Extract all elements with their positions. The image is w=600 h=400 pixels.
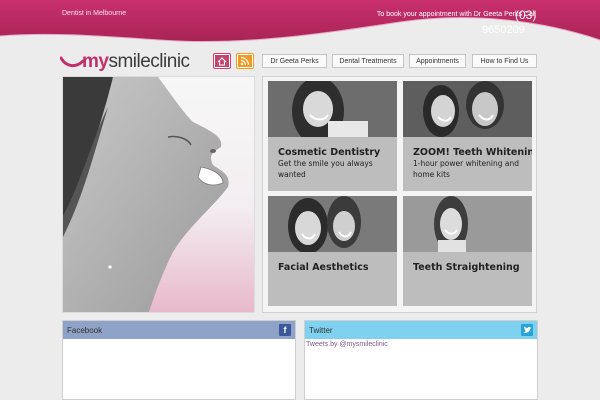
smile-logo-icon	[60, 56, 84, 67]
logo-text-my: my	[82, 51, 109, 72]
facebook-icon[interactable]: f	[279, 324, 291, 336]
logo-text-smileclinic: smileclinic	[108, 51, 190, 72]
service-photo	[268, 81, 397, 137]
nav-how-to-find-us[interactable]: How to Find Us	[472, 54, 537, 68]
home-icon	[217, 56, 227, 66]
facebook-header: Facebook f	[63, 321, 295, 339]
home-button[interactable]	[214, 54, 230, 68]
booking-text: To book your appointment with Dr Geeta P…	[376, 11, 536, 18]
nav-appointments[interactable]: Appointments	[409, 54, 466, 68]
site-tagline: Dentist in Melbourne	[62, 10, 127, 17]
service-title: Facial Aesthetics	[278, 262, 369, 273]
twitter-title: Twitter	[309, 325, 333, 335]
twitter-header: Twitter	[305, 321, 537, 339]
logo-text: mysmileclinic	[82, 51, 190, 73]
nav-dental-treatments[interactable]: Dental Treatments	[332, 54, 404, 68]
service-photo	[403, 196, 532, 252]
service-description: 1-hour power whitening and home kits	[413, 159, 519, 179]
facebook-title: Facebook	[67, 325, 103, 335]
phone-area-code: (03)	[515, 8, 537, 22]
hero-image	[62, 76, 255, 313]
site-logo[interactable]: mysmileclinic	[60, 51, 200, 73]
twitter-widget: Twitter Tweets by @mysmileclinic	[304, 320, 538, 400]
service-title: Cosmetic Dentistry	[278, 147, 381, 158]
service-tile-teeth-whitening[interactable]: ZOOM! Teeth Whitening 1-hour power white…	[403, 81, 532, 191]
service-photo	[268, 196, 397, 252]
service-description: Get the smile you always wanted	[278, 159, 373, 179]
rss-button[interactable]	[237, 54, 253, 68]
service-photo	[403, 81, 532, 137]
twitter-icon[interactable]	[521, 324, 533, 336]
service-title: ZOOM! Teeth Whitening	[413, 147, 532, 158]
service-tile-facial-aesthetics[interactable]: Facial Aesthetics	[268, 196, 397, 306]
services-panel: Cosmetic Dentistry Get the smile you alw…	[262, 76, 537, 313]
facebook-widget: Facebook f	[62, 320, 296, 400]
phone-number: 9650209	[482, 24, 525, 36]
tweets-by-link[interactable]: Tweets by @mysmileclinic	[305, 339, 537, 348]
rss-icon	[240, 56, 250, 66]
nav-dr-geeta-perks[interactable]: Dr Geeta Perks	[262, 54, 327, 68]
service-title: Teeth Straightening	[413, 262, 520, 273]
service-tile-teeth-straightening[interactable]: Teeth Straightening	[403, 196, 532, 306]
service-tile-cosmetic-dentistry[interactable]: Cosmetic Dentistry Get the smile you alw…	[268, 81, 397, 191]
